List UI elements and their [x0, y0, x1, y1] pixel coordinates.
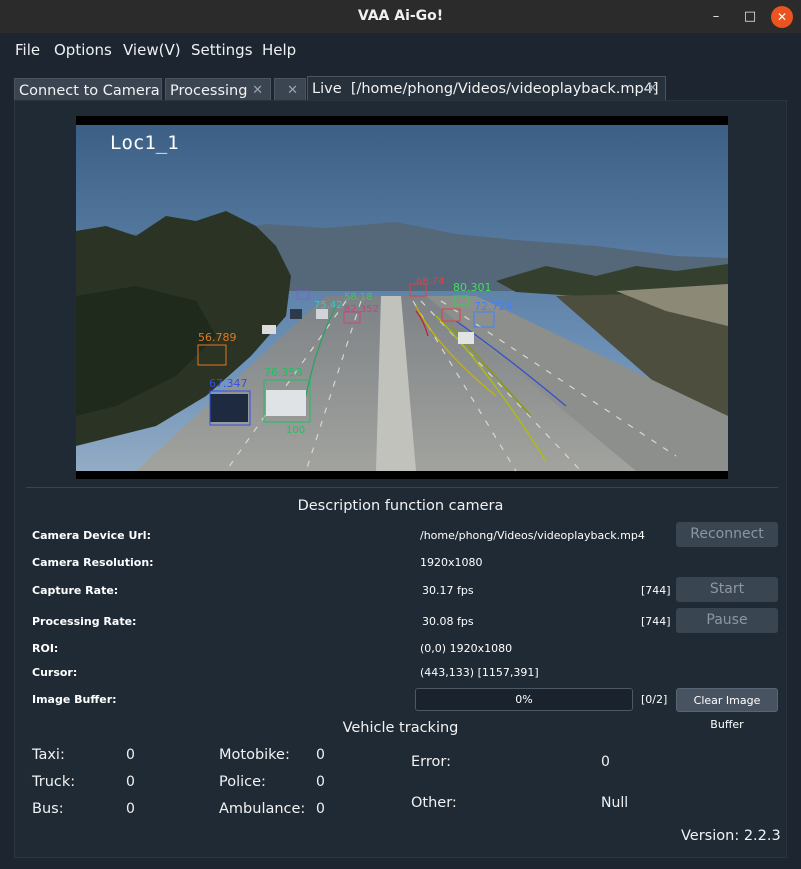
truck-label: Truck:: [32, 774, 76, 790]
video-overlay-label: Loc1_1: [110, 132, 179, 154]
motobike-count: 0: [316, 747, 325, 763]
capture-rate-label: Capture Rate:: [32, 584, 119, 597]
image-buffer-label: Image Buffer:: [32, 693, 117, 706]
police-count: 0: [316, 774, 325, 790]
menu-settings[interactable]: Settings: [191, 41, 253, 59]
menu-help[interactable]: Help: [262, 41, 296, 59]
error-count: 0: [601, 754, 610, 770]
image-buffer-progress-text: 0%: [515, 693, 533, 706]
error-label: Error:: [411, 754, 451, 770]
bus-label: Bus:: [32, 801, 64, 817]
video-frame-image: Loc1_1 56.789 67.347 76.358 80.301 72.72…: [76, 116, 728, 479]
image-buffer-progress: 0%: [415, 688, 633, 711]
cursor-value: (443,133) [1157,391]: [420, 666, 539, 679]
capture-count: [744]: [641, 584, 671, 597]
taxi-label: Taxi:: [32, 747, 65, 763]
camera-url-value: /home/phong/Videos/videoplayback.mp4: [420, 529, 645, 542]
tab-label: Processing: [170, 83, 248, 99]
tab-connect-camera[interactable]: Connect to Camera...: [14, 78, 162, 102]
roi-value: (0,0) 1920x1080: [420, 642, 513, 655]
camera-url-label: Camera Device Url:: [32, 529, 151, 542]
processing-rate-label: Processing Rate:: [32, 615, 137, 628]
start-button[interactable]: Start: [676, 577, 778, 602]
reconnect-button[interactable]: Reconnect: [676, 522, 778, 547]
detection-label: 72.724: [474, 300, 513, 313]
menu-file[interactable]: File: [15, 41, 40, 59]
cursor-label: Cursor:: [32, 666, 78, 679]
ambulance-label: Ambulance:: [219, 801, 306, 817]
vehicle-tracking-title: Vehicle tracking: [342, 720, 459, 736]
maximize-button[interactable]: □: [739, 6, 761, 28]
ambulance-count: 0: [316, 801, 325, 817]
tab-label: Live [/home/phong/Videos/videoplayback.m…: [312, 81, 659, 97]
menu-view[interactable]: View(V): [123, 41, 181, 59]
close-icon[interactable]: ✕: [252, 79, 263, 102]
video-view[interactable]: Loc1_1 56.789 67.347 76.358 80.301 72.72…: [76, 116, 728, 479]
processing-rate-value: 30.08 fps: [422, 615, 474, 628]
section-divider: [26, 487, 778, 488]
other-label: Other:: [411, 795, 457, 811]
detection-label: 80.301: [453, 281, 492, 294]
taxi-count: 0: [126, 747, 135, 763]
close-icon[interactable]: ✕: [287, 79, 298, 102]
camera-resolution-value: 1920x1080: [420, 556, 483, 569]
menubar: File Options View(V) Settings Help: [0, 33, 801, 65]
close-window-button[interactable]: ✕: [771, 6, 793, 28]
close-icon[interactable]: ✕: [647, 77, 658, 101]
processing-count: [744]: [641, 615, 671, 628]
detection-label: 76.358: [264, 366, 303, 379]
police-label: Police:: [219, 774, 266, 790]
menu-options[interactable]: Options: [54, 41, 112, 59]
clear-image-buffer-button[interactable]: Clear Image Buffer: [676, 688, 778, 731]
tab-live[interactable]: Live [/home/phong/Videos/videoplayback.m…: [307, 76, 666, 102]
pause-button[interactable]: Pause: [676, 608, 778, 633]
detection-label: 75.42: [314, 300, 343, 311]
roi-label: ROI:: [32, 642, 59, 655]
window-titlebar: VAA Ai-Go! – □ ✕: [0, 0, 801, 33]
detection-label: 56.789: [198, 331, 237, 344]
tab-label: Connect to Camera...: [19, 83, 162, 99]
capture-rate-value: 30.17 fps: [422, 584, 474, 597]
detection-label: 67.347: [209, 377, 248, 390]
window-title: VAA Ai-Go!: [357, 8, 444, 24]
bus-count: 0: [126, 801, 135, 817]
tab-processing[interactable]: Processing ✕: [165, 78, 271, 102]
detection-label: 100: [286, 425, 305, 436]
tab-unnamed[interactable]: ✕: [274, 78, 306, 102]
truck-count: 0: [126, 774, 135, 790]
detection-label: 58.18: [344, 292, 373, 303]
motobike-label: Motobike:: [219, 747, 290, 763]
other-value: Null: [601, 795, 629, 811]
minimize-button[interactable]: –: [705, 6, 727, 28]
detection-label: 82.352: [344, 304, 379, 315]
description-title: Description function camera: [297, 498, 504, 514]
camera-resolution-label: Camera Resolution:: [32, 556, 154, 569]
version-label: Version: 2.2.3: [681, 828, 781, 844]
detection-label: 68.74: [416, 276, 445, 287]
image-buffer-count: [0/2]: [641, 693, 668, 706]
